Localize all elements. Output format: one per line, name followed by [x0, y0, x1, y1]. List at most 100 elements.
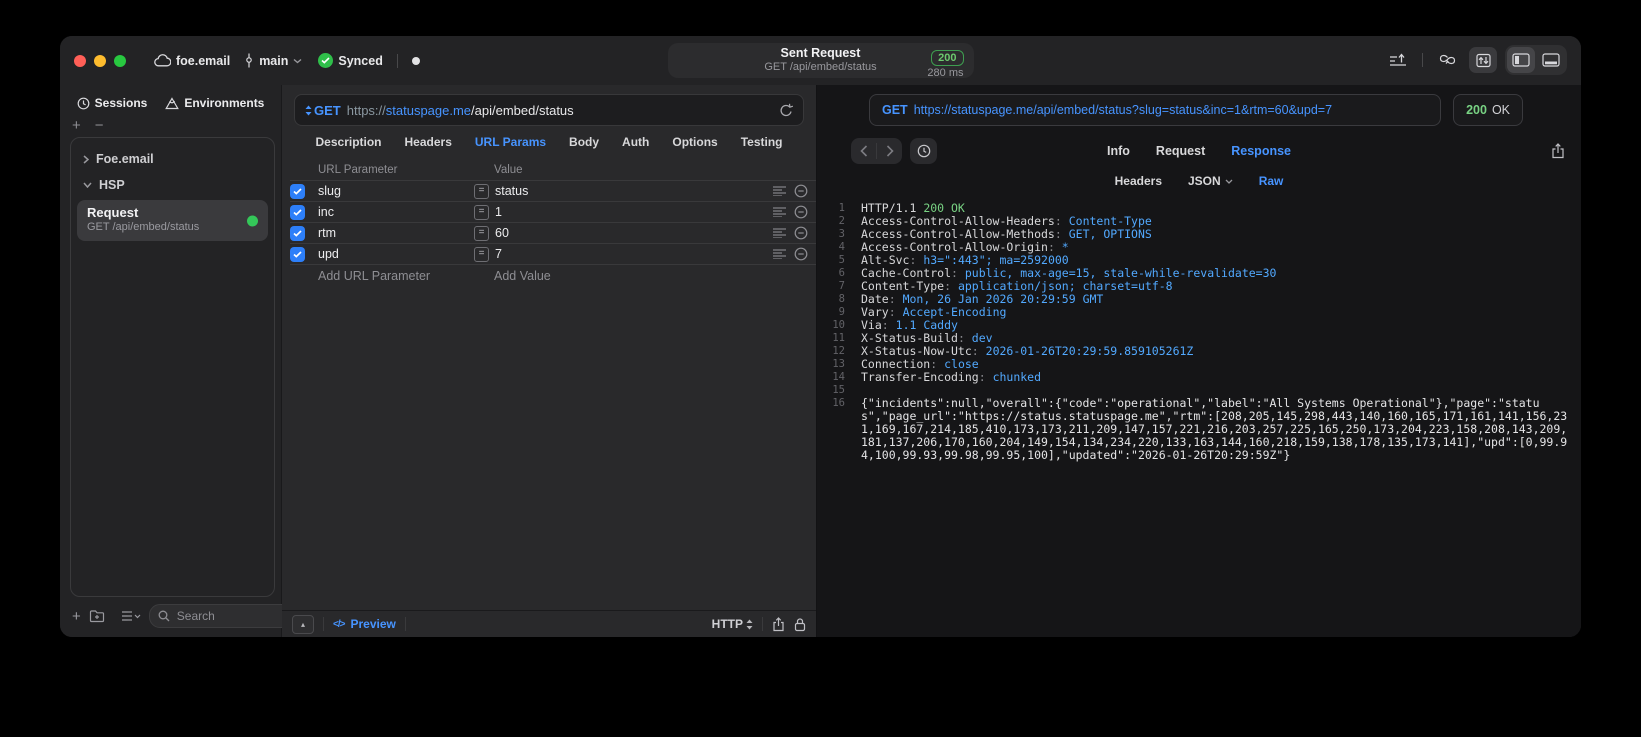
share-button[interactable]: [772, 616, 785, 632]
add-param-name-placeholder[interactable]: Add URL Parameter: [318, 269, 474, 283]
tab-auth[interactable]: Auth: [622, 135, 649, 149]
tree-group-hsp[interactable]: HSP: [71, 172, 274, 198]
resend-button[interactable]: [779, 103, 793, 118]
param-row[interactable]: rtm = 60: [290, 222, 816, 243]
remove-param-button[interactable]: [794, 205, 808, 219]
add-item-button[interactable]: +: [72, 608, 81, 625]
sent-request-pill[interactable]: Sent Request GET /api/embed/status 200 2…: [667, 43, 974, 80]
reorder-handle-icon[interactable]: [773, 228, 786, 238]
remove-session-button[interactable]: −: [95, 118, 104, 133]
toggle-sidebar-button[interactable]: [1507, 47, 1535, 73]
tab-description[interactable]: Description: [316, 135, 382, 149]
remove-param-button[interactable]: [794, 226, 808, 240]
minimize-button[interactable]: [94, 54, 106, 67]
zoom-button[interactable]: [114, 54, 126, 67]
new-folder-button[interactable]: [89, 609, 105, 623]
column-header-name: URL Parameter: [318, 164, 398, 176]
remove-param-button[interactable]: [794, 247, 808, 261]
request-tabs: Description Headers URL Params Body Auth…: [282, 126, 816, 158]
param-checkbox[interactable]: [290, 225, 305, 241]
request-pane: GET https://statuspage.me/api/embed/stat…: [282, 85, 817, 637]
loop-arrows-icon: [1438, 53, 1457, 68]
tree-group-foe-email[interactable]: Foe.email: [71, 146, 274, 172]
protocol-selector[interactable]: HTTP: [712, 617, 753, 631]
tab-environments[interactable]: Environments: [165, 96, 264, 110]
response-method: GET: [882, 103, 908, 117]
response-url: https://statuspage.me/api/embed/status?s…: [913, 103, 1333, 117]
preview-button[interactable]: </> Preview: [333, 617, 396, 631]
search-icon: [158, 610, 170, 622]
param-checkbox[interactable]: [290, 204, 305, 220]
param-row[interactable]: slug = status: [290, 180, 816, 201]
git-branch-icon: [244, 53, 254, 68]
equals-icon: =: [474, 183, 489, 199]
sync-status[interactable]: Synced: [318, 53, 383, 68]
param-value[interactable]: status: [495, 184, 528, 198]
divider: [762, 617, 763, 631]
tab-request[interactable]: Request: [1156, 144, 1205, 158]
sidebar-request-item[interactable]: Request GET /api/embed/status: [77, 200, 268, 241]
reorder-handle-icon[interactable]: [773, 249, 786, 259]
history-back-button[interactable]: [851, 138, 876, 164]
project-button[interactable]: foe.email: [154, 54, 230, 68]
protocol-label: HTTP: [711, 617, 743, 631]
method-selector[interactable]: GET: [305, 103, 341, 118]
tab-url-params[interactable]: URL Params: [475, 135, 546, 149]
response-request-line[interactable]: GET https://statuspage.me/api/embed/stat…: [869, 94, 1442, 126]
response-nav: Info Request Response: [817, 136, 1581, 166]
param-value[interactable]: 60: [495, 226, 509, 240]
request-duration: 280 ms: [927, 67, 964, 80]
tab-response[interactable]: Response: [1231, 144, 1291, 158]
subtab-json[interactable]: JSON: [1188, 174, 1233, 188]
subtab-headers[interactable]: Headers: [1115, 174, 1162, 188]
close-button[interactable]: [74, 54, 86, 67]
list-options-button[interactable]: [121, 610, 141, 622]
param-value[interactable]: 1: [495, 205, 502, 219]
divider: [1422, 53, 1423, 67]
lock-icon[interactable]: [794, 617, 806, 632]
add-param-value-placeholder[interactable]: Add Value: [474, 269, 816, 283]
tab-sessions[interactable]: Sessions: [77, 96, 147, 110]
export-response-button[interactable]: [1551, 143, 1565, 159]
param-checkbox[interactable]: [290, 246, 305, 262]
toggle-bottom-panel-button[interactable]: [1537, 47, 1565, 73]
request-url-field[interactable]: GET https://statuspage.me/api/embed/stat…: [294, 94, 804, 126]
param-name[interactable]: rtm: [318, 226, 474, 240]
request-item-subtitle: GET /api/embed/status: [87, 221, 200, 234]
subtab-raw[interactable]: Raw: [1259, 174, 1284, 188]
status-code-badge: 200: [931, 50, 964, 66]
request-response-toggle-button[interactable]: [1469, 47, 1497, 73]
param-row[interactable]: inc = 1: [290, 201, 816, 222]
branch-button[interactable]: main: [244, 53, 302, 68]
branch-name: main: [259, 53, 289, 68]
loop-sync-button[interactable]: [1433, 47, 1461, 73]
remove-param-button[interactable]: [794, 184, 808, 198]
divider: [404, 617, 406, 631]
url-text: https://statuspage.me/api/embed/status: [346, 102, 574, 118]
sessions-panel: Foe.email HSP Request GET /api/embed/sta…: [70, 137, 275, 597]
add-session-button[interactable]: +: [72, 118, 81, 133]
status-code: 200: [1466, 103, 1487, 117]
response-subtabs: Headers JSON Raw: [817, 166, 1581, 196]
request-footer: ▴ </> Preview HTTP: [282, 610, 816, 637]
add-param-row[interactable]: Add URL Parameter Add Value: [290, 264, 816, 287]
import-export-button[interactable]: [1384, 47, 1412, 73]
expand-panel-button[interactable]: ▴: [292, 614, 314, 634]
param-name[interactable]: slug: [318, 184, 474, 198]
reorder-handle-icon[interactable]: [773, 186, 786, 196]
tab-headers[interactable]: Headers: [405, 135, 452, 149]
param-name[interactable]: inc: [318, 205, 474, 219]
tab-options[interactable]: Options: [672, 135, 717, 149]
tab-info[interactable]: Info: [1107, 144, 1130, 158]
param-checkbox[interactable]: [290, 183, 305, 199]
reorder-handle-icon[interactable]: [773, 207, 786, 217]
history-clock-button[interactable]: [910, 138, 937, 164]
history-forward-button[interactable]: [877, 138, 902, 164]
param-value[interactable]: 7: [495, 247, 502, 261]
param-name[interactable]: upd: [318, 247, 474, 261]
sent-request-title: Sent Request: [780, 45, 861, 60]
tab-body[interactable]: Body: [569, 135, 599, 149]
param-row[interactable]: upd = 7: [290, 243, 816, 264]
tab-testing[interactable]: Testing: [741, 135, 783, 149]
app-window: foe.email main Synced Sent Request GET /…: [60, 36, 1581, 637]
